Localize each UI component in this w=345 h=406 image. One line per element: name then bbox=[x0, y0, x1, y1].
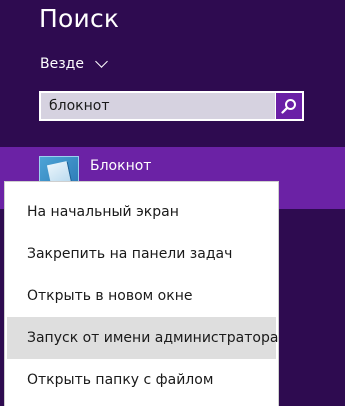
search-icon bbox=[281, 99, 296, 114]
menu-item-pin-to-start[interactable]: На начальный экран bbox=[7, 191, 276, 233]
chevron-down-icon bbox=[95, 55, 108, 68]
menu-item-open-file-location[interactable]: Открыть папку с файлом bbox=[7, 359, 276, 401]
search-scope-dropdown[interactable]: Везде bbox=[40, 55, 108, 72]
search-heading: Поиск bbox=[39, 4, 120, 33]
menu-item-pin-to-taskbar[interactable]: Закрепить на панели задач bbox=[7, 233, 276, 275]
search-charm-panel: Поиск Везде Блокнот На начальный экран З… bbox=[0, 0, 345, 406]
context-menu: На начальный экран Закрепить на панели з… bbox=[5, 182, 278, 406]
search-input[interactable] bbox=[41, 93, 275, 119]
search-scope-label: Везде bbox=[40, 56, 84, 72]
search-box bbox=[39, 91, 304, 121]
menu-item-open-new-window[interactable]: Открыть в новом окне bbox=[7, 275, 276, 317]
menu-item-run-as-administrator[interactable]: Запуск от имени администратора bbox=[7, 317, 278, 359]
search-button[interactable] bbox=[276, 93, 302, 119]
search-result-label: Блокнот bbox=[90, 158, 152, 174]
